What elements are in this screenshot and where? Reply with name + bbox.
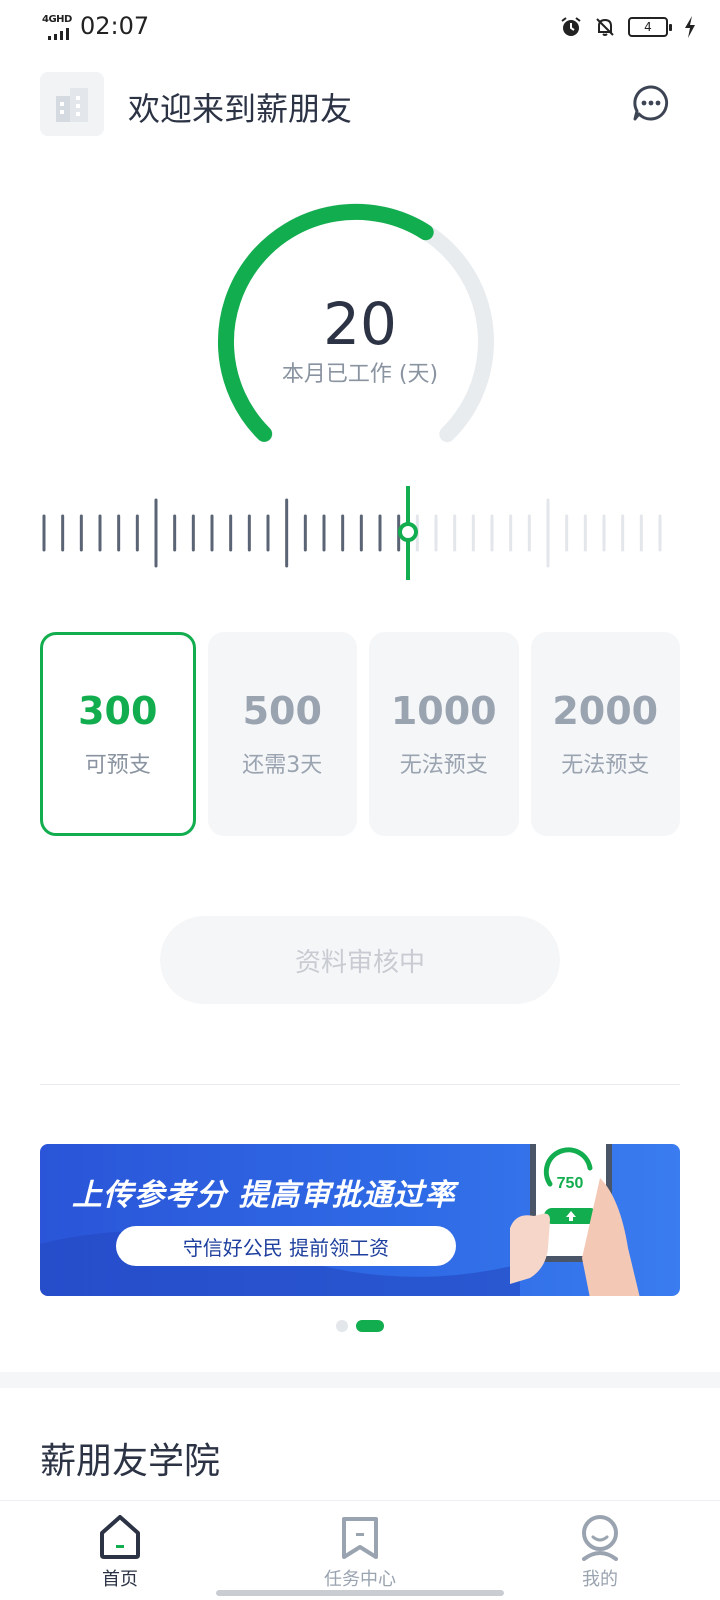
status-icons: 4 <box>560 16 672 38</box>
option-amount: 1000 <box>390 689 497 733</box>
nav-label-profile: 我的 <box>582 1569 618 1590</box>
nav-label-home: 首页 <box>102 1569 138 1590</box>
option-status: 还需3天 <box>242 753 323 778</box>
workdays-value: 20 <box>323 290 397 358</box>
review-status-button[interactable]: 资料审核中 <box>160 916 560 1004</box>
banner-title: 上传参考分 提高审批通过率 <box>72 1178 456 1213</box>
option-status: 无法预支 <box>561 753 650 778</box>
workdays-label: 本月已工作 (天) <box>281 362 439 387</box>
bell-off-icon <box>596 18 614 36</box>
chat-icon[interactable] <box>632 84 670 122</box>
option-amount: 2000 <box>552 689 659 733</box>
nav-label-tasks: 任务中心 <box>324 1569 396 1590</box>
option-status: 无法预支 <box>399 753 488 778</box>
page-title: 欢迎来到薪朋友 <box>128 90 353 128</box>
advance-options: 300 可预支 500 还需3天 1000 无法预支 2000 无法预支 <box>40 632 680 836</box>
advance-option-1000[interactable]: 1000 无法预支 <box>369 632 519 836</box>
promo-banner[interactable]: 上传参考分 提高审批通过率 守信好公民 提前领工资 750 <box>40 1144 680 1296</box>
phone-hand-icon: 750 <box>510 1144 640 1296</box>
alarm-icon <box>561 17 581 36</box>
option-status: 可预支 <box>84 753 151 778</box>
home-indicator <box>216 1590 504 1596</box>
charging-icon <box>685 16 695 38</box>
battery-icon: 4 <box>628 17 672 37</box>
signal-icon <box>48 28 69 40</box>
status-time: 02:07 <box>80 12 150 40</box>
workdays-ruler[interactable] <box>0 486 720 586</box>
option-amount: 300 <box>78 689 158 733</box>
building-icon <box>56 88 88 122</box>
banner-subtitle: 守信好公民 提前领工资 <box>116 1226 456 1266</box>
status-bar: 4GHD 02:07 4 <box>0 0 720 56</box>
banner-score: 750 <box>557 1175 584 1192</box>
nav-item-tasks[interactable]: 任务中心 <box>240 1501 480 1600</box>
carousel-dot[interactable] <box>336 1320 348 1332</box>
carousel-indicator <box>0 1320 720 1332</box>
bookmark-icon <box>342 1517 378 1559</box>
option-amount: 500 <box>242 689 322 733</box>
carousel-dot-active[interactable] <box>356 1320 384 1332</box>
advance-option-2000[interactable]: 2000 无法预支 <box>530 632 680 836</box>
network-type: 4GHD <box>42 14 72 25</box>
nav-item-profile[interactable]: 我的 <box>480 1501 720 1600</box>
nav-item-home[interactable]: 首页 <box>0 1501 240 1600</box>
advance-option-500[interactable]: 500 还需3天 <box>207 632 357 836</box>
advance-option-300[interactable]: 300 可预支 <box>40 632 196 836</box>
ruler-handle[interactable] <box>398 522 418 542</box>
section-separator <box>0 1372 720 1388</box>
profile-icon <box>582 1515 618 1561</box>
company-logo <box>40 72 104 136</box>
home-icon <box>100 1515 140 1559</box>
academy-section-title: 薪朋友学院 <box>40 1441 221 1482</box>
bottom-nav: 首页 任务中心 我的 <box>0 1500 720 1600</box>
divider <box>40 1084 680 1085</box>
